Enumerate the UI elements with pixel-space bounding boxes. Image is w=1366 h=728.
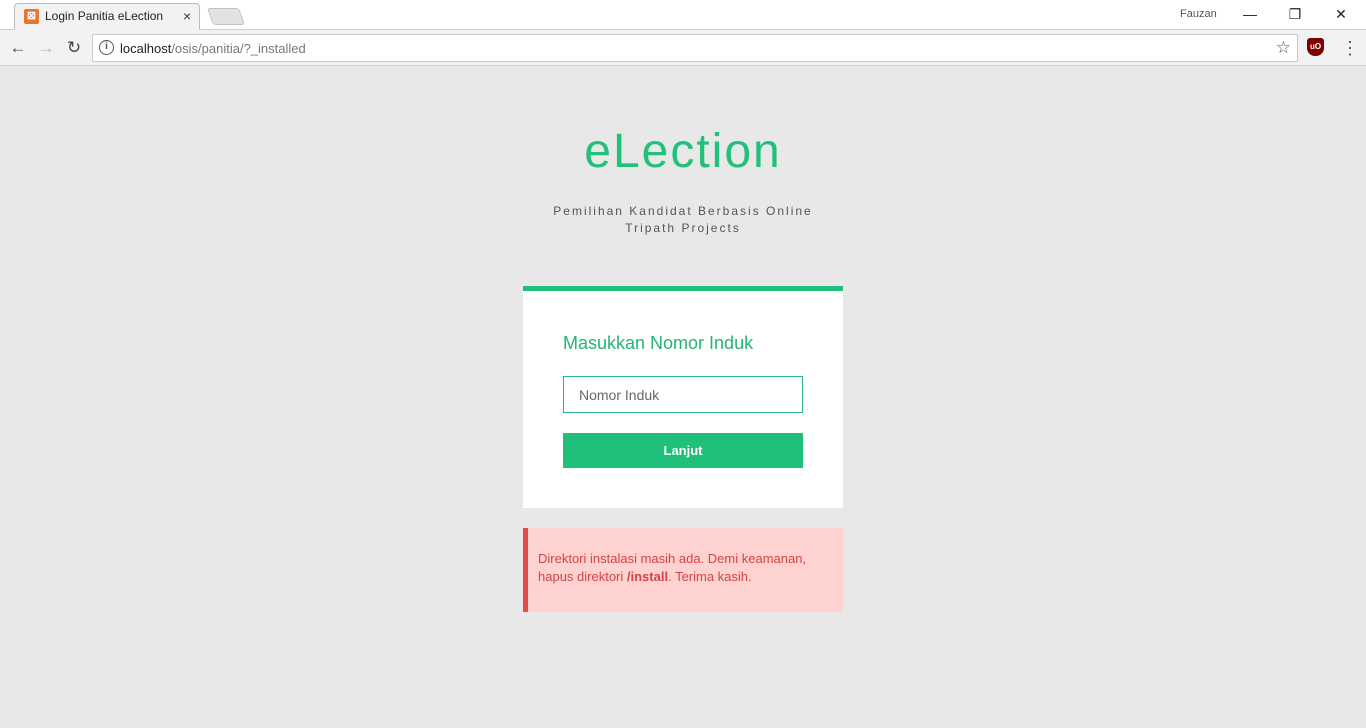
close-tab-icon[interactable]: × bbox=[183, 7, 191, 25]
alert-text-after: . Terima kasih. bbox=[668, 569, 752, 584]
brand-title: eLection bbox=[584, 125, 782, 178]
url-path: /osis/panitia/?_installed bbox=[171, 41, 306, 56]
browser-tab[interactable]: ⊠ Login Panitia eLection × bbox=[14, 3, 200, 30]
url-text[interactable]: localhost/osis/panitia/?_installed bbox=[120, 41, 306, 56]
url-host: localhost bbox=[120, 41, 172, 56]
profile-name[interactable]: Fauzan bbox=[1180, 8, 1217, 20]
login-card: Masukkan Nomor Induk Lanjut bbox=[523, 286, 843, 508]
new-tab-button[interactable] bbox=[206, 8, 246, 25]
page-content: eLection Pemilihan Kandidat Berbasis Onl… bbox=[0, 66, 1366, 728]
browser-toolbar: ← → ↻ i localhost/osis/panitia/?_install… bbox=[0, 30, 1366, 66]
alert-text: Direktori instalasi masih ada. Demi keam… bbox=[538, 550, 838, 586]
subtitle-line2: Tripath Projects bbox=[625, 221, 741, 235]
brand-subtitle: Pemilihan Kandidat Berbasis Online Tripa… bbox=[0, 203, 1366, 237]
minimize-button[interactable]: — bbox=[1227, 2, 1273, 28]
restore-button[interactable]: ❐ bbox=[1272, 2, 1318, 28]
install-warning-alert: Direktori instalasi masih ada. Demi keam… bbox=[523, 528, 843, 612]
address-bar[interactable]: i localhost/osis/panitia/?_installed ☆ bbox=[92, 34, 1298, 62]
info-icon[interactable]: i bbox=[99, 40, 114, 55]
bookmark-star-icon[interactable]: ☆ bbox=[1276, 38, 1291, 58]
subtitle-line1: Pemilihan Kandidat Berbasis Online bbox=[553, 204, 813, 218]
form-title: Masukkan Nomor Induk bbox=[563, 333, 754, 353]
tab-title: Login Panitia eLection bbox=[45, 9, 164, 23]
nomor-induk-input[interactable] bbox=[563, 376, 803, 413]
alert-install-path: /install bbox=[626, 569, 669, 584]
xampp-icon: ⊠ bbox=[24, 9, 39, 24]
browser-titlebar: ⊠ Login Panitia eLection × Fauzan — ❐ ✕ bbox=[0, 0, 1366, 30]
reload-icon[interactable]: ↻ bbox=[62, 36, 86, 60]
browser-menu-icon[interactable]: ⋮ bbox=[1340, 36, 1360, 60]
ublock-extension-icon[interactable]: uO bbox=[1307, 38, 1324, 56]
back-arrow-icon[interactable]: ← bbox=[6, 36, 30, 60]
forward-arrow-icon[interactable]: → bbox=[34, 36, 58, 60]
lanjut-button[interactable]: Lanjut bbox=[563, 433, 803, 468]
close-window-button[interactable]: ✕ bbox=[1318, 2, 1364, 28]
